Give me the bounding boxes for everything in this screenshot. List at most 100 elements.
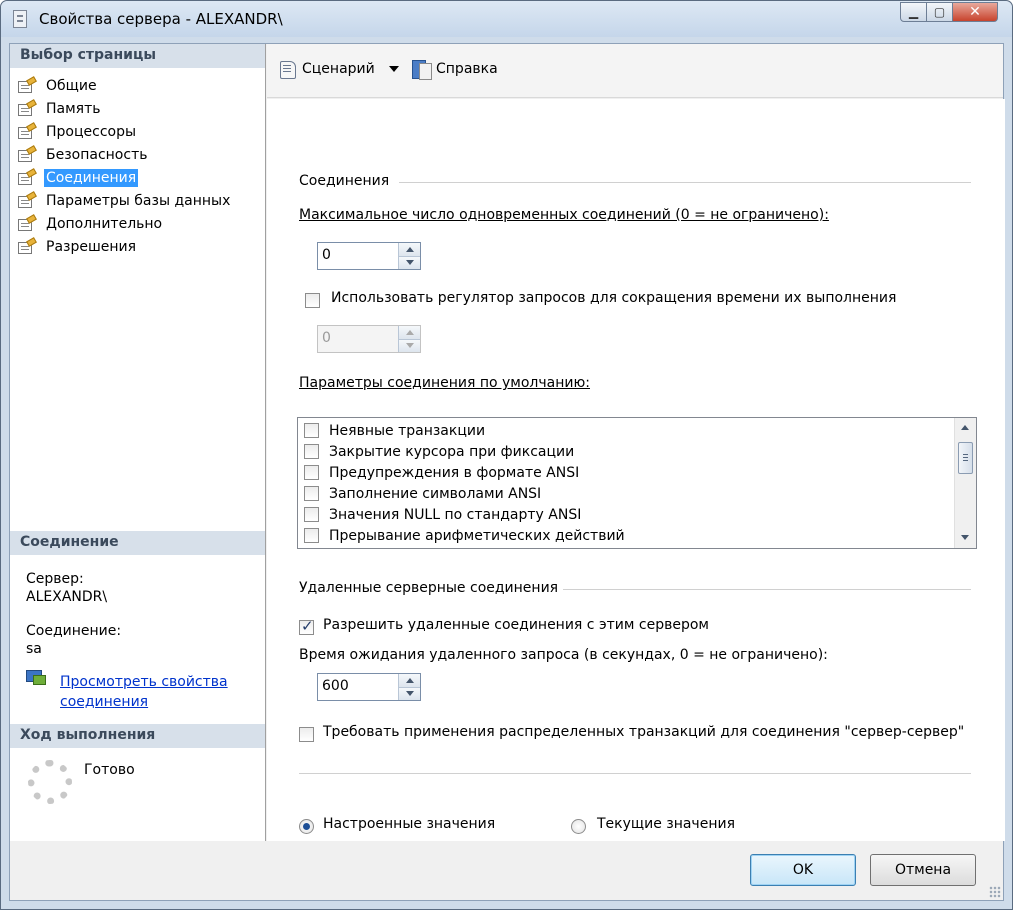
page-item-connections[interactable]: Соединения bbox=[18, 166, 232, 189]
progress-status: Готово bbox=[84, 762, 135, 778]
option-label: Предупреждения в формате ANSI bbox=[329, 464, 580, 481]
query-governor-value[interactable]: 0 bbox=[318, 326, 398, 352]
option-label: Заполнение символами ANSI bbox=[329, 485, 542, 502]
page-wand-icon bbox=[18, 121, 38, 140]
arrow-up-icon bbox=[405, 246, 414, 252]
spin-down-button[interactable] bbox=[399, 686, 420, 700]
page-item-memory[interactable]: Память bbox=[18, 97, 232, 120]
connections-group-title: Соединения bbox=[299, 173, 390, 189]
spin-up-button[interactable] bbox=[399, 674, 420, 687]
require-distributed-checkbox[interactable] bbox=[299, 727, 314, 742]
max-connections-text: Максимальное число одновременных соедине… bbox=[299, 207, 829, 223]
option-label: Значения NULL по стандарту ANSI bbox=[329, 506, 582, 523]
option-checkbox[interactable] bbox=[304, 465, 319, 480]
help-label: Справка bbox=[436, 61, 498, 77]
group-divider bbox=[399, 182, 971, 183]
page-item-advanced[interactable]: Дополнительно bbox=[18, 212, 232, 235]
spin-up-button[interactable] bbox=[399, 326, 420, 339]
page-item-processors[interactable]: Процессоры bbox=[18, 120, 232, 143]
use-query-governor-label: Использовать регулятор запросов для сокр… bbox=[331, 290, 897, 306]
configured-values-radio[interactable] bbox=[299, 819, 314, 834]
require-distributed-label: Требовать применения распределенных тран… bbox=[323, 724, 965, 740]
page-wand-icon bbox=[18, 144, 38, 163]
page-item-general[interactable]: Общие bbox=[18, 74, 232, 97]
page-item-database-settings[interactable]: Параметры базы данных bbox=[18, 189, 232, 212]
connection-properties-icon bbox=[26, 670, 50, 688]
left-pane: Выбор страницы Общие Память Процессоры Б… bbox=[10, 44, 266, 841]
page-wand-icon bbox=[18, 190, 38, 209]
allow-remote-checkbox[interactable] bbox=[299, 617, 314, 635]
use-query-governor-checkbox[interactable] bbox=[305, 293, 320, 308]
view-connection-properties-link[interactable]: Просмотреть свойства соединения bbox=[60, 672, 228, 712]
page-item-label: Безопасность bbox=[46, 146, 148, 163]
spin-down-button[interactable] bbox=[399, 338, 420, 352]
arrow-down-icon bbox=[405, 343, 414, 349]
option-checkbox[interactable] bbox=[304, 486, 319, 501]
option-checkbox[interactable] bbox=[304, 528, 319, 543]
scroll-down-icon[interactable] bbox=[961, 535, 969, 540]
list-item[interactable]: Предупреждения в формате ANSI bbox=[304, 462, 579, 483]
running-values-label: Текущие значения bbox=[597, 816, 735, 832]
list-item[interactable]: Заполнение символами ANSI bbox=[304, 483, 541, 504]
default-options-listbox[interactable]: Неявные транзакции Закрытие курсора при … bbox=[297, 417, 977, 549]
page-list: Общие Память Процессоры Безопасность Сое… bbox=[18, 74, 232, 258]
server-label: Сервер: bbox=[26, 571, 84, 587]
spin-down-button[interactable] bbox=[399, 255, 420, 269]
list-item[interactable]: Значения NULL по стандарту ANSI bbox=[304, 504, 581, 525]
page-item-permissions[interactable]: Разрешения bbox=[18, 235, 232, 258]
link-line-1: Просмотреть свойства bbox=[60, 674, 228, 690]
toolbar: Сценарий Справка bbox=[267, 44, 1003, 98]
scroll-up-icon[interactable] bbox=[961, 425, 969, 430]
remote-timeout-value[interactable]: 600 bbox=[318, 674, 398, 700]
page-item-label: Общие bbox=[46, 77, 97, 94]
configured-values-label: Настроенные значения bbox=[323, 816, 496, 832]
page-wand-icon bbox=[18, 236, 38, 255]
maximize-icon: ▢ bbox=[933, 5, 946, 19]
progress-spinner-icon bbox=[28, 760, 72, 804]
minimize-button[interactable]: ▁ bbox=[900, 2, 927, 22]
page-item-label: Разрешения bbox=[46, 238, 137, 255]
remote-timeout-label: Время ожидания удаленного запроса (в сек… bbox=[299, 647, 828, 663]
script-button[interactable]: Сценарий bbox=[278, 59, 375, 79]
listbox-scrollbar[interactable] bbox=[954, 418, 976, 548]
page-item-label: Процессоры bbox=[46, 123, 137, 140]
option-checkbox[interactable] bbox=[304, 507, 319, 522]
caption-buttons: ▁ ▢ ✕ bbox=[900, 2, 998, 22]
script-dropdown-button[interactable] bbox=[389, 66, 399, 72]
list-item[interactable]: Закрытие курсора при фиксации bbox=[304, 441, 574, 462]
link-line-2: соединения bbox=[60, 694, 149, 710]
page-item-label: Параметры базы данных bbox=[46, 192, 231, 209]
remote-timeout-spinner[interactable]: 600 bbox=[317, 673, 421, 701]
connection-value: sa bbox=[26, 641, 42, 657]
page-wand-icon bbox=[18, 98, 38, 117]
help-button[interactable]: Справка bbox=[411, 59, 498, 80]
arrow-down-icon bbox=[405, 691, 414, 697]
page-item-security[interactable]: Безопасность bbox=[18, 143, 232, 166]
option-checkbox[interactable] bbox=[304, 444, 319, 459]
page-item-label: Соединения bbox=[44, 168, 139, 187]
max-connections-spinner[interactable]: 0 bbox=[317, 242, 421, 270]
list-item[interactable]: Неявные транзакции bbox=[304, 420, 485, 441]
default-options-text: Параметры соединения по умолчанию: bbox=[299, 375, 590, 391]
page-item-label: Память bbox=[46, 100, 101, 117]
spin-up-button[interactable] bbox=[399, 243, 420, 256]
main-panel: Соединения Максимальное число одновремен… bbox=[267, 99, 1005, 841]
arrow-down-icon bbox=[405, 260, 414, 266]
option-label: Прерывание арифметических действий bbox=[329, 527, 625, 544]
max-connections-value[interactable]: 0 bbox=[318, 243, 398, 269]
resize-grip-icon[interactable] bbox=[989, 886, 1001, 898]
list-item[interactable]: Прерывание арифметических действий bbox=[304, 525, 625, 546]
server-value: ALEXANDR\ bbox=[26, 589, 108, 605]
progress-header: Ход выполнения bbox=[10, 724, 265, 748]
close-button[interactable]: ✕ bbox=[953, 2, 998, 22]
page-item-label: Дополнительно bbox=[46, 215, 163, 232]
option-checkbox[interactable] bbox=[304, 423, 319, 438]
scroll-thumb[interactable] bbox=[958, 442, 973, 474]
title-bar[interactable]: Свойства сервера - ALEXANDR\ ▁ ▢ ✕ bbox=[1, 1, 1012, 37]
query-governor-spinner[interactable]: 0 bbox=[317, 325, 421, 353]
maximize-button[interactable]: ▢ bbox=[927, 2, 953, 22]
ok-button[interactable]: OK bbox=[750, 854, 856, 886]
cancel-button[interactable]: Отмена bbox=[870, 854, 976, 886]
running-values-radio[interactable] bbox=[571, 819, 586, 834]
dialog-client: Выбор страницы Общие Память Процессоры Б… bbox=[9, 43, 1005, 901]
